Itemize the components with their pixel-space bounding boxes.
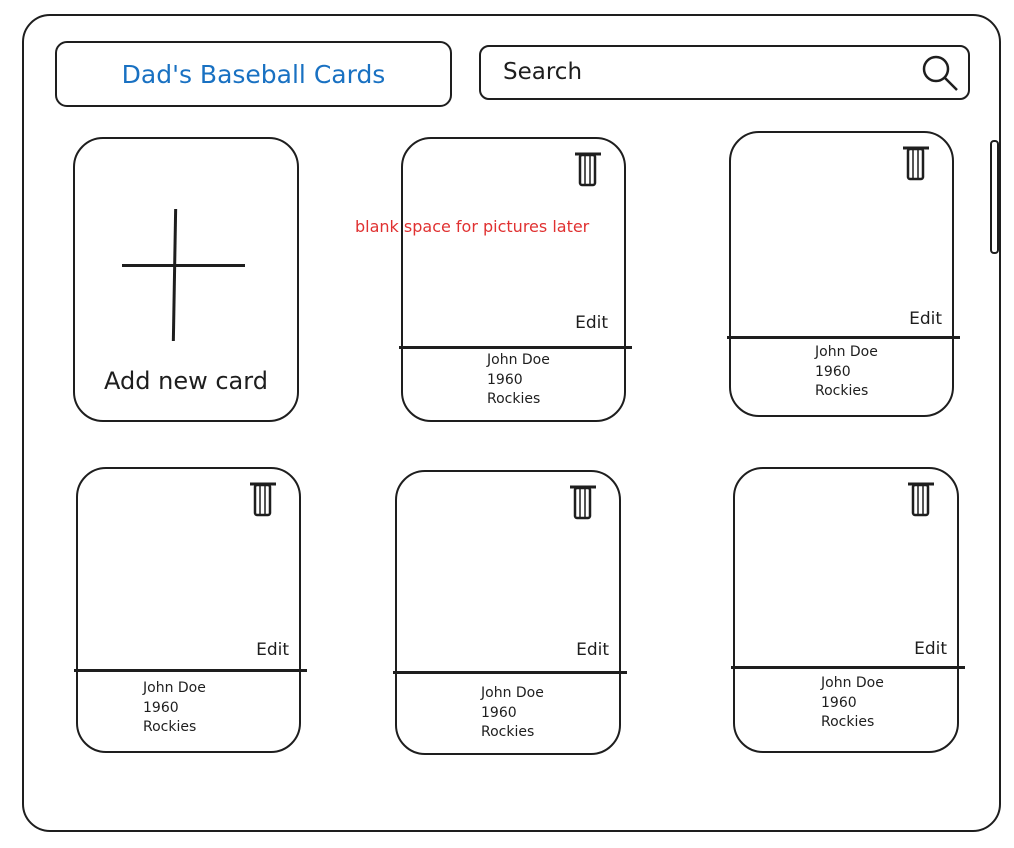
divider xyxy=(74,669,307,672)
trash-icon[interactable] xyxy=(574,151,602,189)
trash-icon[interactable] xyxy=(569,484,597,522)
divider xyxy=(393,671,627,674)
edit-button[interactable]: Edit xyxy=(256,640,289,660)
baseball-card[interactable]: Edit John Doe 1960 Rockies xyxy=(74,467,307,753)
card-team: Rockies xyxy=(143,719,197,735)
card-year: 1960 xyxy=(481,704,517,721)
card-year: 1960 xyxy=(821,694,857,711)
search-input[interactable]: Search xyxy=(479,45,970,100)
plus-icon xyxy=(171,208,178,342)
baseball-card[interactable]: Edit John Doe 1960 Rockies xyxy=(731,467,965,753)
baseball-card[interactable]: Edit John Doe 1960 Rockies xyxy=(727,131,960,417)
edit-button[interactable]: Edit xyxy=(909,309,942,329)
trash-icon[interactable] xyxy=(902,145,930,183)
annotation-note: blank space for pictures later xyxy=(355,217,590,236)
player-name: John Doe xyxy=(481,685,544,701)
divider xyxy=(731,666,965,669)
divider xyxy=(727,336,960,339)
edit-button[interactable]: Edit xyxy=(575,313,608,333)
page-title: Dad's Baseball Cards xyxy=(121,59,386,89)
player-name: John Doe xyxy=(821,675,884,691)
player-name: John Doe xyxy=(487,352,550,368)
card-team: Rockies xyxy=(815,383,869,399)
search-icon[interactable] xyxy=(920,53,960,93)
scrollbar[interactable] xyxy=(990,140,999,254)
add-card-label: Add new card xyxy=(104,367,268,395)
player-name: John Doe xyxy=(143,680,206,696)
card-team: Rockies xyxy=(481,724,535,740)
trash-icon[interactable] xyxy=(249,481,277,519)
card-year: 1960 xyxy=(815,363,851,380)
search-placeholder: Search xyxy=(503,59,583,85)
baseball-card[interactable]: Edit John Doe 1960 Rockies xyxy=(393,470,627,755)
player-name: John Doe xyxy=(815,344,878,360)
card-team: Rockies xyxy=(821,714,875,730)
card-info: John Doe 1960 Rockies xyxy=(821,674,884,733)
card-team: Rockies xyxy=(487,391,541,407)
card-year: 1960 xyxy=(487,371,523,388)
card-year: 1960 xyxy=(143,699,179,716)
title-box: Dad's Baseball Cards xyxy=(55,41,452,107)
add-new-card-button[interactable]: Add new card xyxy=(73,137,299,422)
baseball-card[interactable]: Edit John Doe 1960 Rockies xyxy=(399,137,632,422)
edit-button[interactable]: Edit xyxy=(914,639,947,659)
plus-icon-bar xyxy=(122,264,245,267)
card-info: John Doe 1960 Rockies xyxy=(481,684,544,743)
edit-button[interactable]: Edit xyxy=(576,640,609,660)
card-info: John Doe 1960 Rockies xyxy=(815,343,878,402)
card-info: John Doe 1960 Rockies xyxy=(487,351,550,410)
card-info: John Doe 1960 Rockies xyxy=(143,679,206,738)
trash-icon[interactable] xyxy=(907,481,935,519)
divider xyxy=(399,346,632,349)
